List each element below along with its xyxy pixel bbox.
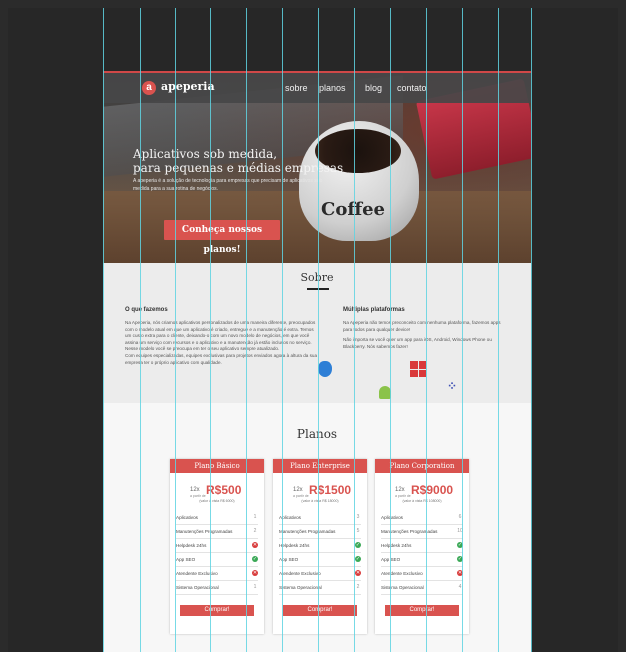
- plan-installments: 12x: [293, 487, 303, 493]
- feature-count: 3: [356, 514, 360, 520]
- sobre-left-text-2: Com equipes especializadas, equipes excl…: [125, 353, 318, 365]
- plan-feature: Atendente Exclusivo ✕: [279, 567, 361, 581]
- planos-section: Planos Plano Básico 12x a partir de R$50…: [103, 403, 531, 652]
- plan-price-value: R$500: [206, 483, 242, 497]
- plan-feature-label: Sistema Operacional: [279, 585, 322, 590]
- check-icon: ✓: [252, 556, 258, 562]
- logo-icon[interactable]: a: [142, 81, 156, 95]
- x-icon: ✕: [252, 570, 258, 576]
- hero-description: A apeperia é a solução de tecnologia par…: [133, 178, 322, 192]
- navbar: a apeperia sobre planos blog contato: [103, 71, 531, 103]
- layout-guide-line[interactable]: [175, 8, 176, 652]
- layout-guide-line[interactable]: [426, 8, 427, 652]
- layout-guide-line[interactable]: [354, 8, 355, 652]
- apple-icon: [318, 361, 332, 377]
- buy-button[interactable]: Comprar!: [385, 605, 459, 616]
- plan-card: Plano Enterprise 12x a partir de R$1500 …: [273, 459, 367, 634]
- plan-feature-label: Helpdesk 24hs: [381, 543, 412, 548]
- plan-feature: Sistema Operacional 4: [381, 581, 463, 595]
- layout-guide-line[interactable]: [282, 8, 283, 652]
- webpage-mockup: Coffee a apeperia sobre planos blog cont…: [103, 71, 531, 652]
- buy-button[interactable]: Comprar!: [180, 605, 254, 616]
- plan-price-note: (valor à vista R$ 6000): [199, 499, 235, 503]
- feature-count: 1: [253, 514, 257, 520]
- nav-contato[interactable]: contato: [397, 83, 427, 93]
- plan-installments: 12x: [190, 487, 200, 493]
- cta-button[interactable]: Conheça nossos planos!: [164, 220, 280, 255]
- hero-cup-text: Coffee: [321, 199, 386, 220]
- x-icon: ✕: [355, 570, 361, 576]
- plan-feature: Aplicativos 6: [381, 511, 463, 525]
- plan-feature-list: Aplicativos 6 Manutenções Programadas 10 Hel…: [381, 511, 463, 595]
- plan-feature: Helpdesk 24hs ✓: [381, 539, 463, 553]
- plan-price-from: a partir de: [190, 494, 206, 498]
- plan-feature: Atendente Exclusivo ✕: [381, 567, 463, 581]
- plan-feature-label: Atendente Exclusivo: [279, 571, 321, 576]
- plan-price: 12x a partir de R$1500 (valor à vista R$…: [273, 479, 367, 505]
- sobre-right-text-1: Na Apeperia não temos preconceito com ne…: [343, 320, 501, 332]
- sobre-left-text-1: Na Apeperia, nós criamos aplicativos per…: [125, 320, 316, 351]
- plan-feature: Helpdesk 24hs ✓: [279, 539, 361, 553]
- plan-installments: 12x: [395, 487, 405, 493]
- layout-guide-line[interactable]: [246, 8, 247, 652]
- plan-price-from: a partir de: [293, 494, 309, 498]
- plan-feature: Manutenções Programadas 5: [279, 525, 361, 539]
- nav-planos[interactable]: planos: [319, 83, 346, 93]
- check-icon: ✓: [355, 542, 361, 548]
- plan-name: Plano Enterprise: [273, 459, 367, 473]
- layout-guide-line[interactable]: [140, 8, 141, 652]
- sobre-right-text-2: Não importa se você quer um app para iOS…: [343, 337, 492, 349]
- sobre-section: Sobre O que fazemos Na Apeperia, nós cri…: [103, 263, 531, 404]
- layout-guide-line[interactable]: [210, 8, 211, 652]
- plan-feature-label: Aplicativos: [176, 515, 198, 520]
- plan-feature-label: Manutenções Programadas: [279, 529, 336, 534]
- buy-button[interactable]: Comprar!: [283, 605, 357, 616]
- layout-guide-line[interactable]: [390, 8, 391, 652]
- plan-feature: App SEO ✓: [279, 553, 361, 567]
- sobre-title: Sobre: [300, 271, 334, 284]
- plan-price-from: a partir de: [395, 494, 411, 498]
- layout-guide-line[interactable]: [462, 8, 463, 652]
- hero-section: Coffee a apeperia sobre planos blog cont…: [103, 71, 531, 263]
- plan-feature: App SEO ✓: [381, 553, 463, 567]
- plan-feature-label: Helpdesk 24hs: [279, 543, 310, 548]
- feature-count: 2: [253, 528, 257, 534]
- nav-sobre[interactable]: sobre: [285, 83, 308, 93]
- plan-feature-label: Sistema Operacional: [176, 585, 219, 590]
- layout-guide-line[interactable]: [318, 8, 319, 652]
- plan-price: 12x a partir de R$500 (valor à vista R$ …: [170, 479, 264, 505]
- layout-guide-line[interactable]: [531, 8, 532, 652]
- plan-price-value: R$1500: [309, 483, 352, 497]
- plan-feature-list: Aplicativos 3 Manutenções Programadas 5 Help…: [279, 511, 361, 595]
- plan-feature: Manutenções Programadas 10: [381, 525, 463, 539]
- plan-feature: Aplicativos 3: [279, 511, 361, 525]
- plan-feature-label: Sistema Operacional: [381, 585, 424, 590]
- plan-name: Plano Básico: [170, 459, 264, 473]
- feature-count: 2: [356, 584, 360, 590]
- nav-blog[interactable]: blog: [365, 83, 382, 93]
- sobre-right-title: Múltiplas plataformas: [343, 307, 405, 313]
- check-icon: ✓: [355, 556, 361, 562]
- plan-feature-label: Helpdesk 24hs: [176, 543, 207, 548]
- x-icon: ✕: [252, 542, 258, 548]
- feature-count: 5: [356, 528, 360, 534]
- plan-card: Plano Básico 12x a partir de R$500 (valo…: [170, 459, 264, 634]
- feature-count: 1: [253, 584, 257, 590]
- layout-guide-line[interactable]: [498, 8, 499, 652]
- plan-price-value: R$9000: [411, 483, 454, 497]
- planos-title: Planos: [296, 427, 338, 441]
- sobre-left-title: O que fazemos: [125, 307, 168, 313]
- plan-feature-label: Manutenções Programadas: [176, 529, 233, 534]
- plan-feature-label: Aplicativos: [381, 515, 403, 520]
- plan-feature-label: App SEO: [176, 557, 196, 562]
- plan-feature-label: Atendente Exclusivo: [176, 571, 218, 576]
- plan-feature-label: Atendente Exclusivo: [381, 571, 423, 576]
- plan-price-note: (valor à vista R$ 18000): [301, 499, 339, 503]
- layout-guide-line[interactable]: [103, 8, 104, 652]
- windows-icon: [410, 361, 426, 377]
- plan-feature: Sistema Operacional 2: [279, 581, 361, 595]
- logo-text[interactable]: apeperia: [161, 80, 215, 93]
